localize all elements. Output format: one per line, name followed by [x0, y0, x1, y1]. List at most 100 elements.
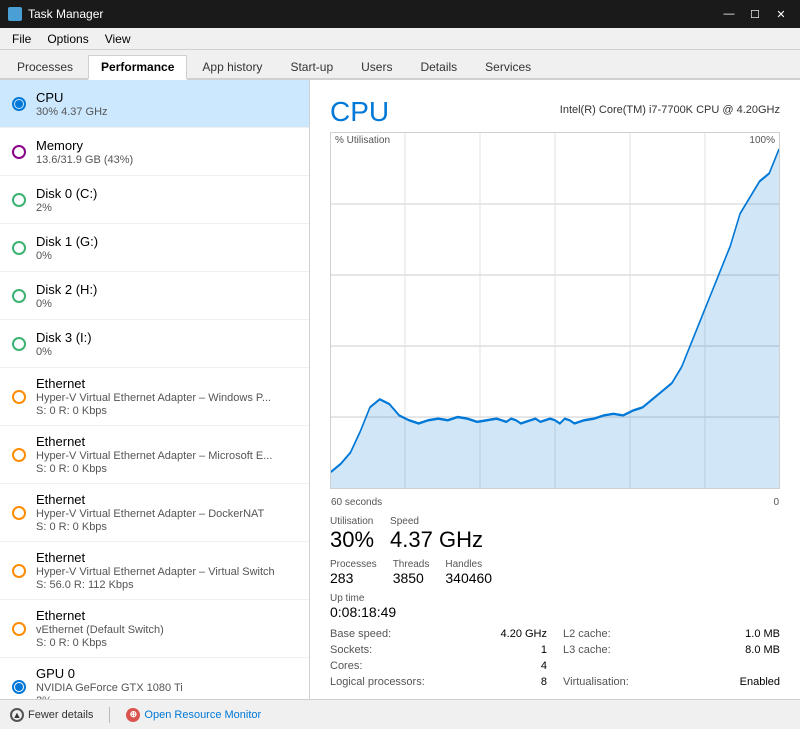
eth4-sidebar-title: Ethernet [36, 550, 297, 565]
tab-services[interactable]: Services [472, 55, 544, 78]
eth3-status-icon [12, 506, 26, 520]
speed-label: Speed [390, 516, 483, 527]
cores-key: Cores: [330, 660, 362, 672]
eth2-sidebar-subtitle1: Hyper-V Virtual Ethernet Adapter – Micro… [36, 450, 297, 462]
disk0-status-icon [12, 193, 26, 207]
sidebar-item-eth4[interactable]: Ethernet Hyper-V Virtual Ethernet Adapte… [0, 542, 309, 600]
menu-file[interactable]: File [4, 30, 39, 48]
tab-startup[interactable]: Start-up [277, 55, 346, 78]
disk3-sidebar-subtitle: 0% [36, 346, 297, 358]
logical-proc-val: 8 [541, 676, 547, 688]
sidebar-item-eth2[interactable]: Ethernet Hyper-V Virtual Ethernet Adapte… [0, 426, 309, 484]
open-resource-monitor-button[interactable]: ⊕ Open Resource Monitor [126, 708, 261, 722]
utilisation-stat: Utilisation 30% [330, 516, 374, 553]
disk3-status-icon [12, 337, 26, 351]
disk2-status-icon [12, 289, 26, 303]
info-cores: Cores: 4 [330, 659, 547, 673]
cpu-sidebar-text: CPU 30% 4.37 GHz [36, 90, 297, 118]
speed-value: 4.37 GHz [390, 527, 483, 553]
gpu0-sidebar-text: GPU 0 NVIDIA GeForce GTX 1080 Ti 2% [36, 666, 297, 699]
eth2-sidebar-subtitle2: S: 0 R: 0 Kbps [36, 463, 297, 475]
sidebar-item-eth3[interactable]: Ethernet Hyper-V Virtual Ethernet Adapte… [0, 484, 309, 542]
memory-status-icon [12, 145, 26, 159]
eth2-sidebar-text: Ethernet Hyper-V Virtual Ethernet Adapte… [36, 434, 297, 475]
disk1-status-icon [12, 241, 26, 255]
cpu-sidebar-subtitle: 30% 4.37 GHz [36, 106, 297, 118]
uptime-label: Up time [330, 593, 780, 604]
sidebar-item-disk2[interactable]: Disk 2 (H:) 0% [0, 272, 309, 320]
disk2-sidebar-subtitle: 0% [36, 298, 297, 310]
disk2-sidebar-text: Disk 2 (H:) 0% [36, 282, 297, 310]
menu-bar: File Options View [0, 28, 800, 50]
l2-cache-val: 8.0 MB [745, 644, 780, 656]
uptime-value: 0:08:18:49 [330, 604, 780, 621]
menu-options[interactable]: Options [39, 30, 96, 48]
gpu0-sidebar-subtitle2: 2% [36, 695, 297, 699]
close-button[interactable]: ✕ [770, 5, 792, 23]
eth5-sidebar-subtitle1: vEthernet (Default Switch) [36, 624, 297, 636]
sockets-val: 1 [541, 644, 547, 656]
title-bar-left: Task Manager [8, 7, 103, 21]
info-l1-cache: L2 cache: 1.0 MB [563, 627, 780, 641]
sidebar-item-memory[interactable]: Memory 13.6/31.9 GB (43%) [0, 128, 309, 176]
minimize-button[interactable]: — [718, 5, 740, 23]
eth4-sidebar-subtitle2: S: 56.0 R: 112 Kbps [36, 579, 297, 591]
info-base-speed: Base speed: 4.20 GHz [330, 627, 547, 641]
memory-sidebar-text: Memory 13.6/31.9 GB (43%) [36, 138, 297, 166]
l1-cache-val: 1.0 MB [745, 628, 780, 640]
memory-sidebar-title: Memory [36, 138, 297, 153]
main-content: CPU 30% 4.37 GHz Memory 13.6/31.9 GB (43… [0, 80, 800, 699]
disk3-sidebar-title: Disk 3 (I:) [36, 330, 297, 345]
eth5-sidebar-title: Ethernet [36, 608, 297, 623]
sidebar-item-eth1[interactable]: Ethernet Hyper-V Virtual Ethernet Adapte… [0, 368, 309, 426]
sidebar-item-cpu[interactable]: CPU 30% 4.37 GHz [0, 80, 309, 128]
sidebar-item-disk3[interactable]: Disk 3 (I:) 0% [0, 320, 309, 368]
disk2-sidebar-title: Disk 2 (H:) [36, 282, 297, 297]
app-icon [8, 7, 22, 21]
virtualisation-val: Enabled [740, 676, 780, 688]
handles-stat: Handles 340460 [445, 559, 492, 587]
base-speed-val: 4.20 GHz [501, 628, 547, 640]
eth1-sidebar-subtitle1: Hyper-V Virtual Ethernet Adapter – Windo… [36, 392, 297, 404]
disk0-sidebar-subtitle: 2% [36, 202, 297, 214]
maximize-button[interactable]: ☐ [744, 5, 766, 23]
tab-users[interactable]: Users [348, 55, 405, 78]
sidebar-item-disk0[interactable]: Disk 0 (C:) 2% [0, 176, 309, 224]
info-l2-cache: L3 cache: 8.0 MB [563, 643, 780, 657]
sidebar-item-gpu0[interactable]: GPU 0 NVIDIA GeForce GTX 1080 Ti 2% [0, 658, 309, 699]
tab-processes[interactable]: Processes [4, 55, 86, 78]
info-virtualisation: Virtualisation: Enabled [563, 675, 780, 689]
cpu-info-grid: Base speed: 4.20 GHz L2 cache: 1.0 MB So… [330, 627, 780, 689]
cpu-status-icon [12, 97, 26, 111]
chart-time-labels: 60 seconds 0 [330, 497, 780, 508]
processes-value: 283 [330, 570, 377, 587]
fewer-details-icon: ▲ [10, 708, 24, 722]
cores-val: 4 [541, 660, 547, 672]
info-logical-proc: Logical processors: 8 [330, 675, 547, 689]
menu-view[interactable]: View [97, 30, 139, 48]
disk1-sidebar-text: Disk 1 (G:) 0% [36, 234, 297, 262]
logical-proc-key: Logical processors: [330, 676, 425, 688]
threads-label: Threads [393, 559, 430, 570]
tab-bar: Processes Performance App history Start-… [0, 50, 800, 80]
processes-label: Processes [330, 559, 377, 570]
processes-stat: Processes 283 [330, 559, 377, 587]
tab-details[interactable]: Details [407, 55, 470, 78]
chart-y-axis-max: 100% [749, 135, 775, 146]
uptime-stat: Up time 0:08:18:49 [330, 593, 780, 621]
sidebar-item-disk1[interactable]: Disk 1 (G:) 0% [0, 224, 309, 272]
eth2-status-icon [12, 448, 26, 462]
tab-performance[interactable]: Performance [88, 55, 187, 80]
fewer-details-button[interactable]: ▲ Fewer details [10, 708, 93, 722]
info-sockets: Sockets: 1 [330, 643, 547, 657]
handles-label: Handles [445, 559, 492, 570]
cpu-chart: % Utilisation 100% [330, 132, 780, 489]
eth5-sidebar-subtitle2: S: 0 R: 0 Kbps [36, 637, 297, 649]
open-resource-monitor-label: Open Resource Monitor [144, 709, 261, 721]
l1-cache-key: L2 cache: [563, 628, 611, 640]
handles-value: 340460 [445, 570, 492, 587]
sidebar-item-eth5[interactable]: Ethernet vEthernet (Default Switch) S: 0… [0, 600, 309, 658]
cpu-utilisation-chart [331, 133, 779, 488]
tab-app-history[interactable]: App history [189, 55, 275, 78]
resource-monitor-icon: ⊕ [126, 708, 140, 722]
